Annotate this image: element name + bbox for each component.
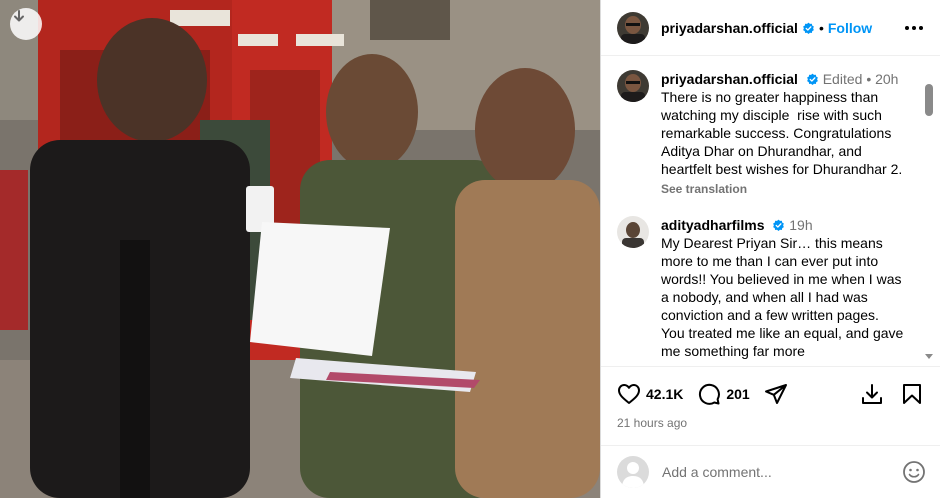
comment-username[interactable]: priyadarshan.official: [661, 71, 798, 87]
comment-button[interactable]: 201: [697, 382, 750, 406]
post-header: priyadarshan.official • Follow: [601, 0, 940, 56]
user-placeholder-icon: [622, 462, 644, 488]
comment-meta-dot: •: [866, 71, 872, 87]
comment-username[interactable]: adityadharfilms: [661, 217, 764, 233]
author-username-text[interactable]: priyadarshan.official: [661, 20, 798, 36]
chevron-down-icon: [925, 354, 933, 359]
save-to-device-button[interactable]: [860, 382, 884, 406]
post-actions: 42.1K 201 21 hours ago: [601, 366, 940, 430]
comment-input[interactable]: [662, 464, 882, 480]
comment-edited-label: Edited: [822, 71, 863, 87]
comment-time[interactable]: 20h: [875, 71, 898, 87]
post-photo-illustration: [0, 0, 600, 498]
comment-avatar[interactable]: [617, 70, 649, 102]
comment-time[interactable]: 19h: [789, 217, 812, 233]
comments-scrollbar[interactable]: [924, 82, 934, 362]
current-user-avatar: [617, 456, 649, 488]
heart-icon: [618, 384, 640, 404]
share-icon: [764, 384, 787, 404]
avatar-image: [617, 70, 649, 102]
share-button[interactable]: [764, 382, 788, 406]
download-button[interactable]: [10, 8, 42, 40]
comment-body: adityadharfilms 19h My Dearest Priyan Si…: [661, 216, 911, 360]
add-comment-bar: [601, 445, 940, 498]
post-photo[interactable]: [0, 0, 600, 498]
verified-badge-icon: [806, 73, 818, 86]
comment-item: adityadharfilms 19h My Dearest Priyan Si…: [617, 216, 919, 360]
avatar-image: [617, 216, 649, 248]
post-side-panel: priyadarshan.official • Follow priyadars…: [600, 0, 940, 498]
comment-item: priyadarshan.official Edited • 20h There…: [617, 70, 919, 198]
comments-list[interactable]: priyadarshan.official Edited • 20h There…: [601, 57, 919, 366]
comment-icon: [699, 383, 721, 405]
comment-body: priyadarshan.official Edited • 20h There…: [661, 70, 911, 198]
emoji-button[interactable]: [902, 460, 926, 484]
instagram-post-view: priyadarshan.official • Follow priyadars…: [0, 0, 940, 498]
bookmark-button[interactable]: [900, 382, 924, 406]
verified-badge-icon: [773, 219, 785, 232]
more-options-icon: [905, 25, 923, 30]
like-count[interactable]: 42.1K: [646, 386, 683, 402]
scroll-down-arrow[interactable]: [924, 352, 934, 362]
scrollbar-thumb[interactable]: [925, 84, 933, 116]
see-translation-link[interactable]: See translation: [661, 180, 911, 198]
post-timestamp[interactable]: 21 hours ago: [617, 416, 924, 430]
author-username[interactable]: priyadarshan.official: [661, 20, 815, 36]
comment-text: My Dearest Priyan Sir… this means more t…: [661, 235, 904, 359]
emoji-icon: [903, 461, 925, 483]
download-icon: [14, 10, 24, 22]
header-separator: •: [818, 19, 824, 36]
verified-badge-icon: [803, 22, 814, 34]
comment-avatar[interactable]: [617, 216, 649, 248]
comment-text: There is no greater happiness than watch…: [661, 89, 903, 177]
like-button[interactable]: 42.1K: [617, 382, 683, 406]
follow-button[interactable]: Follow: [828, 20, 872, 36]
comment-count[interactable]: 201: [726, 386, 749, 402]
action-row: 42.1K 201: [617, 381, 924, 407]
author-avatar[interactable]: [617, 11, 649, 44]
more-options-button[interactable]: [902, 16, 926, 40]
bookmark-icon: [903, 384, 921, 404]
avatar-image: [617, 11, 649, 44]
save-icon: [862, 384, 882, 404]
